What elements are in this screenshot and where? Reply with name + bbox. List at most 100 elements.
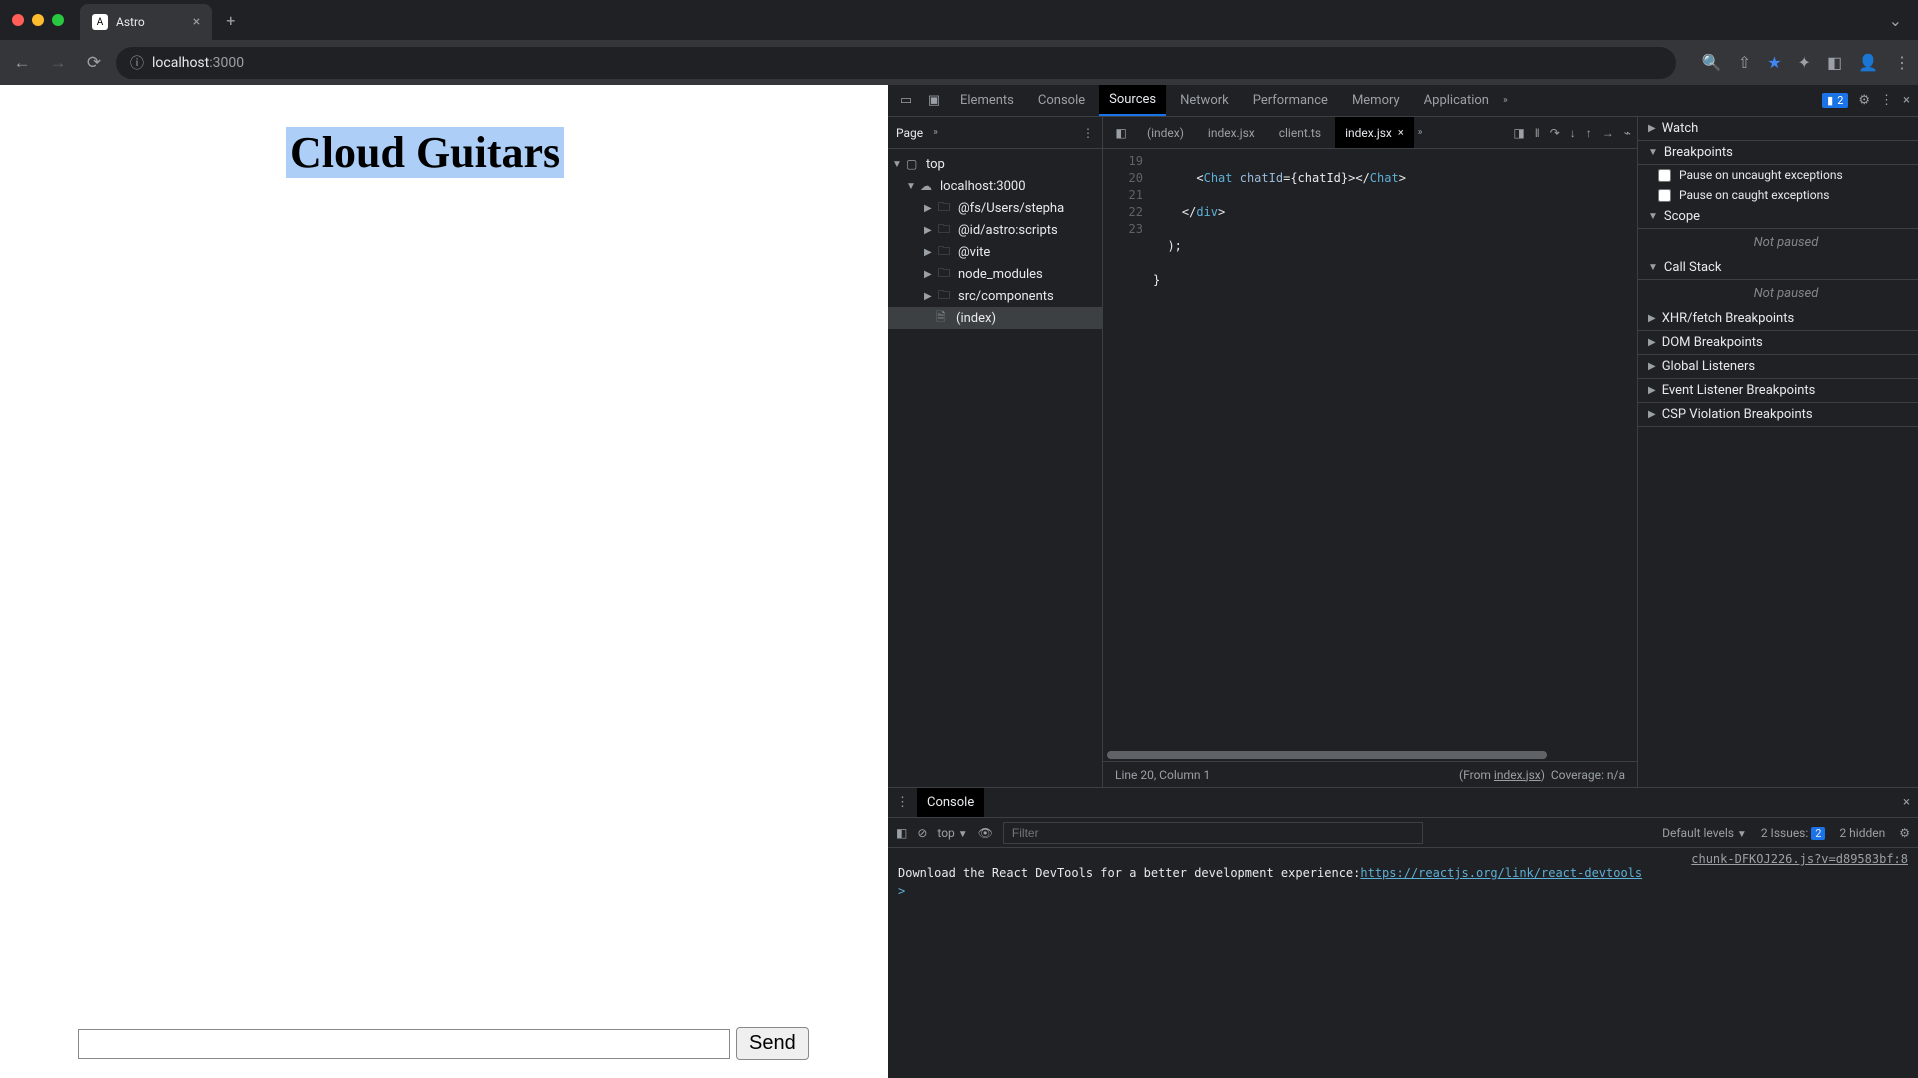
search-icon[interactable]: 🔍 [1702,53,1722,72]
more-tabs-icon[interactable]: » [1503,95,1508,106]
section-event[interactable]: ▶Event Listener Breakpoints [1638,379,1918,403]
cursor-position: Line 20, Column 1 [1115,768,1210,782]
site-info-icon[interactable]: ⓘ [130,53,144,73]
console-message: Download the React DevTools for a better… [898,866,1360,880]
tree-folder[interactable]: ▶🗀@fs/Users/stepha [888,197,1102,219]
console-settings-gear-icon[interactable]: ⚙ [1899,826,1910,840]
reload-button[interactable]: ⟳ [80,53,108,73]
console-filter-input[interactable] [1003,822,1423,844]
section-dom[interactable]: ▶DOM Breakpoints [1638,331,1918,355]
step-into-icon[interactable]: ↓ [1570,126,1576,140]
step-over-icon[interactable]: ↷ [1550,126,1560,140]
console-source-link[interactable]: chunk-DFKOJ226.js?v=d89583bf:8 [1691,852,1908,866]
sidebar-toggle-icon[interactable]: ◧ [896,826,907,840]
profile-icon[interactable]: 👤 [1858,53,1878,72]
share-icon[interactable]: ⇧ [1738,53,1751,72]
forward-button[interactable]: → [44,53,72,73]
devtools-menu-icon[interactable]: ⋮ [1880,93,1893,108]
page-heading: Cloud Guitars [286,127,564,178]
issues-badge[interactable]: ▮ 2 [1822,93,1848,108]
chat-input[interactable] [78,1029,730,1059]
address-bar[interactable]: ⓘ localhost:3000 [116,47,1676,79]
editor-tab-clientts[interactable]: client.ts [1269,117,1331,148]
window-close-button[interactable] [12,14,24,26]
section-callstack[interactable]: ▼Call Stack [1638,256,1918,280]
drawer-menu-icon[interactable]: ⋮ [896,795,909,810]
step-icon[interactable]: → [1602,126,1614,140]
section-breakpoints[interactable]: ▼Breakpoints [1638,141,1918,165]
drawer-close-icon[interactable]: × [1903,795,1910,810]
tab-application[interactable]: Application [1414,85,1499,116]
tab-memory[interactable]: Memory [1342,85,1410,116]
bp-caught[interactable]: Pause on caught exceptions [1638,185,1918,205]
tab-console[interactable]: Console [1028,85,1095,116]
tree-file-index[interactable]: 🗎(index) [888,307,1102,329]
browser-titlebar: A Astro × + ⌄ [0,0,1918,40]
extensions-icon[interactable]: ✦ [1798,53,1811,72]
section-scope[interactable]: ▼Scope [1638,205,1918,229]
device-toolbar-icon[interactable]: ▣ [922,93,946,108]
console-prompt[interactable]: > [898,884,1908,898]
bookmark-star-icon[interactable]: ★ [1767,53,1781,72]
drawer-console-tab[interactable]: Console [917,788,984,817]
tree-folder[interactable]: ▶🗀src/components [888,285,1102,307]
settings-gear-icon[interactable]: ⚙ [1858,93,1870,108]
tree-top[interactable]: ▼▢top [888,153,1102,175]
menu-kebab-icon[interactable]: ⋮ [1894,53,1910,72]
console-link[interactable]: https://reactjs.org/link/react-devtools [1360,866,1642,880]
section-listeners[interactable]: ▶Global Listeners [1638,355,1918,379]
tabs-dropdown-icon[interactable]: ⌄ [1889,11,1918,30]
browser-tab[interactable]: A Astro × [80,4,212,40]
tree-folder[interactable]: ▶🗀@id/astro:scripts [888,219,1102,241]
status-from: (From index.jsx) Coverage: n/a [1459,768,1625,782]
address-port: :3000 [209,55,244,71]
tree-folder[interactable]: ▶🗀@vite [888,241,1102,263]
tab-performance[interactable]: Performance [1243,85,1338,116]
editor-tab-indexjsx[interactable]: index.jsx [1198,117,1265,148]
section-csp[interactable]: ▶CSP Violation Breakpoints [1638,403,1918,427]
clear-console-icon[interactable]: ⊘ [917,826,927,840]
send-button[interactable]: Send [736,1027,809,1060]
page-viewport: Cloud Guitars Send [0,85,888,1078]
sources-nav-page-tab[interactable]: Page [896,126,923,140]
sources-nav-menu-icon[interactable]: ⋮ [1082,126,1094,140]
window-minimize-button[interactable] [32,14,44,26]
editor-tab-index[interactable]: (index) [1137,117,1194,148]
live-expression-icon[interactable]: 👁 [978,826,993,840]
editor-tabs-more-icon[interactable]: » [1418,127,1423,138]
log-levels-dropdown[interactable]: Default levels ▼ [1662,826,1747,840]
back-button[interactable]: ← [8,53,36,73]
deactivate-breakpoints-icon[interactable]: ⌁ [1624,126,1631,140]
tab-network[interactable]: Network [1170,85,1239,116]
editor-tab-indexjsx-active[interactable]: index.jsx× [1335,117,1414,148]
new-tab-button[interactable]: + [226,11,235,30]
callstack-status: Not paused [1638,280,1918,307]
tab-close-icon[interactable]: × [193,14,200,30]
issues-label[interactable]: 2 Issues: 2 [1761,826,1826,840]
code-editor[interactable]: <Chat chatId={chatId}></Chat> </div> ); … [1153,149,1637,761]
toggle-navigator-icon[interactable]: ◧ [1109,126,1133,140]
inspect-element-icon[interactable]: ▭ [894,93,918,108]
address-host: localhost [152,55,209,71]
window-maximize-button[interactable] [52,14,64,26]
section-xhr[interactable]: ▶XHR/fetch Breakpoints [1638,307,1918,331]
devtools-close-icon[interactable]: × [1903,93,1910,108]
gutter: 19 20 21 22 23 [1103,149,1153,761]
horizontal-scrollbar[interactable] [1103,751,1637,761]
pause-icon[interactable]: ‖ [1535,126,1540,140]
toggle-debugger-icon[interactable]: ◨ [1513,126,1524,140]
tab-sources[interactable]: Sources [1099,85,1166,116]
hidden-count: 2 hidden [1839,826,1885,840]
editor-tab-close-icon[interactable]: × [1398,126,1404,139]
step-out-icon[interactable]: ↑ [1586,126,1592,140]
context-selector[interactable]: top ▼ [937,826,967,840]
bp-uncaught[interactable]: Pause on uncaught exceptions [1638,165,1918,185]
section-watch[interactable]: ▶Watch [1638,117,1918,141]
tab-favicon: A [92,14,108,30]
tree-host[interactable]: ▼☁localhost:3000 [888,175,1102,197]
sources-nav-more-icon[interactable]: » [933,127,938,138]
side-panel-icon[interactable]: ◧ [1827,53,1842,72]
tree-folder[interactable]: ▶🗀node_modules [888,263,1102,285]
status-file-link[interactable]: index.jsx [1494,768,1541,782]
tab-elements[interactable]: Elements [950,85,1024,116]
